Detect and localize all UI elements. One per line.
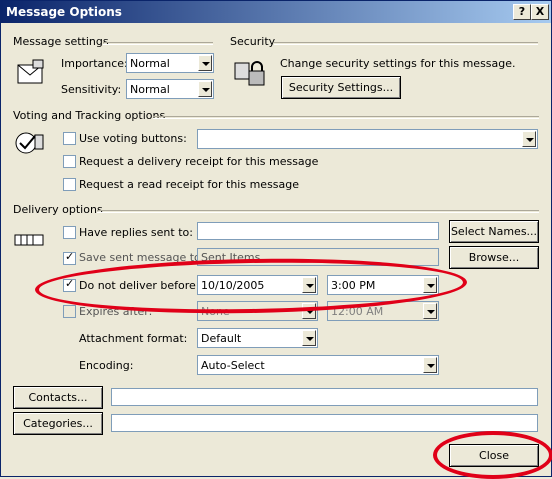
expires-label: Expires after:: [79, 305, 153, 318]
delivery-hand-icon: [14, 234, 44, 246]
voting-check-icon: [15, 132, 44, 154]
attachment-format-label: Attachment format:: [79, 332, 188, 345]
group-divider: [274, 42, 538, 45]
sensitivity-select[interactable]: Normal: [126, 79, 214, 99]
use-voting-checkbox[interactable]: [63, 132, 76, 145]
help-button[interactable]: ?: [513, 4, 531, 20]
browse-button[interactable]: Browse...: [449, 246, 539, 269]
read-receipt-label: Request a read receipt for this message: [79, 178, 300, 191]
group-divider: [97, 210, 539, 213]
categories-button[interactable]: Categories...: [13, 412, 103, 435]
security-heading: Security: [230, 35, 276, 48]
importance-value: Normal: [130, 57, 170, 70]
chevron-down-icon[interactable]: [198, 81, 212, 97]
chevron-down-icon[interactable]: [302, 330, 316, 346]
replies-to-field[interactable]: [197, 222, 439, 240]
chevron-down-icon[interactable]: [302, 303, 316, 319]
expires-date-select[interactable]: None: [197, 301, 318, 321]
importance-select[interactable]: Normal: [126, 53, 214, 73]
contacts-button[interactable]: Contacts...: [13, 386, 103, 409]
security-settings-button[interactable]: Security Settings...: [281, 76, 401, 99]
group-divider: [153, 116, 539, 119]
security-text: Change security settings for this messag…: [280, 57, 516, 70]
delivery-receipt-checkbox[interactable]: [63, 155, 76, 168]
envelope-icon: [17, 59, 44, 84]
importance-label: Importance:: [61, 57, 128, 70]
deliver-date-value: 10/10/2005: [201, 279, 265, 292]
delivery-heading: Delivery options: [13, 203, 103, 216]
chevron-down-icon[interactable]: [423, 303, 437, 319]
expires-date-value: None: [201, 305, 230, 318]
save-sent-checkbox[interactable]: [63, 250, 76, 265]
deliver-time-value: 3:00 PM: [331, 279, 376, 292]
lock-icon: [234, 61, 265, 86]
title-bar: Message Options ? X: [1, 1, 551, 23]
do-not-deliver-checkbox[interactable]: [63, 277, 76, 292]
attachment-format-select[interactable]: Default: [197, 328, 318, 348]
deliver-date-select[interactable]: 10/10/2005: [197, 275, 318, 295]
select-names-button[interactable]: Select Names...: [449, 220, 539, 243]
chevron-down-icon[interactable]: [302, 277, 316, 293]
read-receipt-checkbox[interactable]: [63, 178, 76, 191]
use-voting-label: Use voting buttons:: [79, 132, 187, 145]
message-options-dialog: Message Options ? X Message settings Imp…: [0, 0, 552, 479]
delivery-receipt-label: Request a delivery receipt for this mess…: [79, 155, 319, 168]
sensitivity-label: Sensitivity:: [61, 83, 122, 96]
do-not-deliver-label: Do not deliver before:: [79, 279, 200, 292]
expires-time-select[interactable]: 12:00 AM: [327, 301, 439, 321]
group-divider: [103, 42, 213, 45]
contacts-field[interactable]: [111, 388, 538, 406]
have-replies-label: Have replies sent to:: [79, 226, 193, 239]
chevron-down-icon[interactable]: [423, 357, 437, 373]
deliver-time-select[interactable]: 3:00 PM: [327, 275, 439, 295]
window-title: Message Options: [6, 5, 122, 19]
attachment-format-value: Default: [201, 332, 242, 345]
expires-checkbox[interactable]: [63, 305, 76, 318]
expires-time-value: 12:00 AM: [331, 305, 384, 318]
close-window-button[interactable]: X: [531, 4, 549, 20]
save-sent-label: Save sent message to:: [79, 251, 205, 264]
voting-select[interactable]: [197, 129, 538, 149]
close-button[interactable]: Close: [449, 444, 539, 467]
encoding-select[interactable]: Auto-Select: [197, 355, 439, 375]
have-replies-checkbox[interactable]: [63, 226, 76, 239]
encoding-value: Auto-Select: [201, 359, 265, 372]
sensitivity-value: Normal: [130, 83, 170, 96]
save-sent-field[interactable]: Sent Items: [197, 248, 439, 266]
chevron-down-icon[interactable]: [522, 131, 536, 147]
voting-heading: Voting and Tracking options: [13, 109, 166, 122]
encoding-label: Encoding:: [79, 359, 134, 372]
message-settings-heading: Message settings: [13, 35, 109, 48]
categories-field[interactable]: [111, 414, 538, 432]
chevron-down-icon[interactable]: [198, 55, 212, 71]
chevron-down-icon[interactable]: [423, 277, 437, 293]
